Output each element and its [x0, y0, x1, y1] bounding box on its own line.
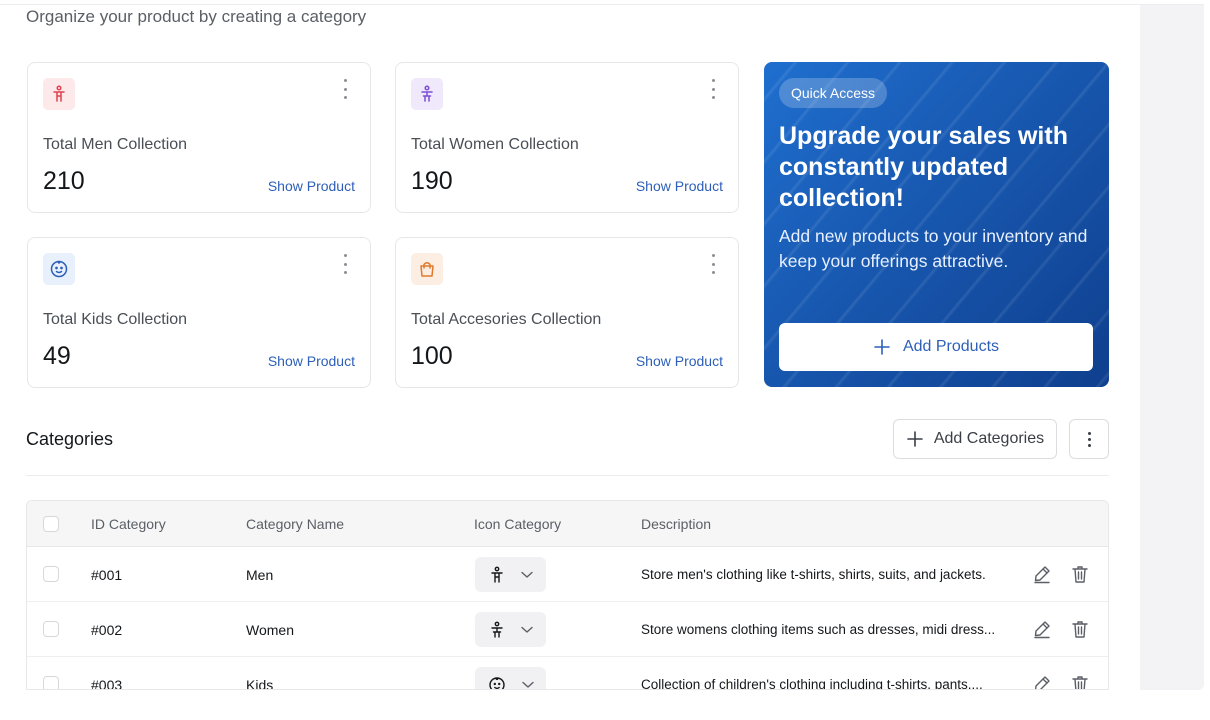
categories-title: Categories: [26, 429, 114, 449]
show-product-link[interactable]: Show Product: [636, 178, 723, 194]
more-options-icon[interactable]: [1069, 419, 1109, 459]
top-divider: [0, 4, 1204, 5]
card-menu-icon[interactable]: [710, 254, 716, 274]
card-value: 210: [43, 167, 85, 195]
category-description: Collection of children's clothing includ…: [641, 677, 983, 690]
chevron-down-icon: [520, 626, 533, 633]
row-checkbox[interactable]: [43, 676, 59, 689]
card-menu-icon[interactable]: [710, 79, 716, 99]
table-row: #003 Kids Collection of children's cloth…: [27, 657, 1108, 690]
column-header: Description: [641, 516, 712, 532]
page-subtitle: Organize your product by creating a cate…: [26, 7, 367, 26]
column-header: Icon Category: [474, 516, 562, 532]
column-header: Category Name: [246, 516, 345, 532]
category-id: #003: [91, 677, 123, 690]
quick-access-badge: Quick Access: [779, 78, 888, 108]
chevron-down-icon: [520, 571, 533, 578]
plus-icon: [874, 339, 890, 355]
delete-icon[interactable]: [1069, 673, 1091, 689]
kids-collection-card: Total Kids Collection 49 Show Product: [27, 237, 371, 388]
edit-icon[interactable]: [1031, 563, 1053, 585]
card-label: Total Accesories Collection: [411, 311, 602, 328]
promo-headline: Upgrade your sales with constantly updat…: [779, 122, 1068, 212]
shopping-bag-icon: [411, 253, 443, 285]
card-value: 190: [411, 167, 453, 195]
category-id: #002: [91, 622, 123, 638]
show-product-link[interactable]: Show Product: [636, 353, 723, 369]
table-row: #002 Women Store womens clothing items s…: [27, 602, 1108, 657]
quick-access-promo: Quick Access Upgrade your sales with con…: [764, 62, 1109, 387]
show-product-link[interactable]: Show Product: [268, 178, 355, 194]
row-checkbox[interactable]: [43, 566, 59, 582]
category-description: Store womens clothing items such as dres…: [641, 622, 996, 637]
man-icon: [490, 566, 503, 583]
women-collection-card: Total Women Collection 190 Show Product: [395, 62, 739, 213]
add-categories-label: Add Categories: [933, 430, 1045, 447]
plus-icon: [907, 431, 923, 447]
category-name: Kids: [246, 677, 274, 690]
icon-category-select[interactable]: [475, 667, 546, 689]
add-products-label: Add Products: [902, 338, 1000, 355]
card-value: 100: [411, 342, 453, 370]
column-header: ID Category: [91, 516, 166, 532]
baby-face-icon: [43, 253, 75, 285]
card-label: Total Women Collection: [411, 136, 579, 153]
table-row: #001 Men Store men's clothing like t-shi…: [27, 547, 1108, 602]
delete-icon[interactable]: [1069, 563, 1091, 585]
card-value: 49: [43, 342, 71, 370]
card-menu-icon[interactable]: [342, 79, 348, 99]
category-name: Men: [246, 567, 274, 583]
table-header: ID Category Category Name Icon Category …: [27, 501, 1108, 547]
promo-body: Add new products to your inventory and k…: [779, 226, 1088, 271]
page: Organize your product by creating a cate…: [0, 0, 1210, 720]
men-collection-card: Total Men Collection 210 Show Product: [27, 62, 371, 213]
right-side-panel: [1140, 5, 1204, 690]
man-icon: [43, 78, 75, 110]
card-label: Total Men Collection: [43, 136, 188, 153]
icon-category-select[interactable]: [475, 557, 546, 592]
delete-icon[interactable]: [1069, 618, 1091, 640]
row-checkbox[interactable]: [43, 621, 59, 637]
add-categories-button[interactable]: Add Categories: [893, 419, 1057, 459]
category-id: #001: [91, 567, 123, 583]
section-divider: [26, 475, 1109, 476]
add-products-button[interactable]: Add Products: [779, 323, 1093, 371]
baby-face-icon: [488, 676, 505, 689]
chevron-down-icon: [521, 681, 534, 688]
select-all-checkbox[interactable]: [43, 516, 59, 532]
accessories-collection-card: Total Accesories Collection 100 Show Pro…: [395, 237, 739, 388]
card-label: Total Kids Collection: [43, 311, 188, 328]
icon-category-select[interactable]: [475, 612, 546, 647]
edit-icon[interactable]: [1031, 618, 1053, 640]
category-description: Store men's clothing like t-shirts, shir…: [641, 567, 986, 582]
categories-table: ID Category Category Name Icon Category …: [26, 500, 1109, 690]
show-product-link[interactable]: Show Product: [268, 353, 355, 369]
woman-icon: [490, 621, 503, 638]
woman-icon: [411, 78, 443, 110]
edit-icon[interactable]: [1031, 673, 1053, 689]
card-menu-icon[interactable]: [342, 254, 348, 274]
category-name: Women: [246, 622, 294, 638]
